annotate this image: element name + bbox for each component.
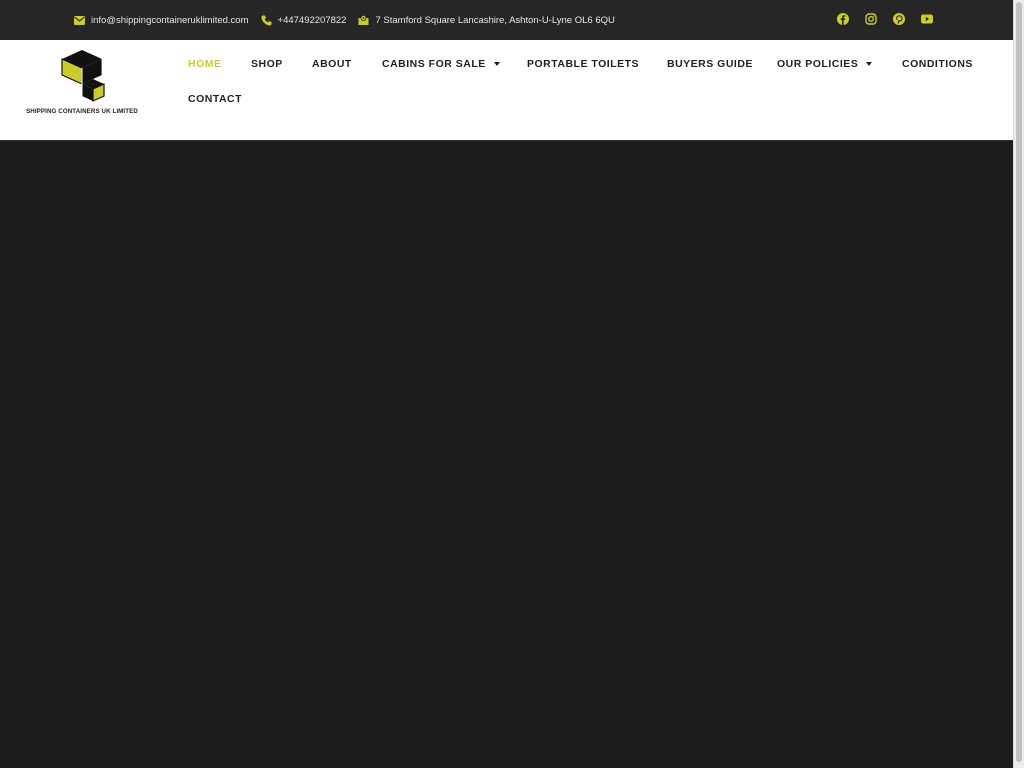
nav-portable-toilets[interactable]: PORTABLE TOILETS (527, 58, 639, 70)
nav-policies-label: OUR POLICIES (777, 58, 859, 70)
top-bar: info@shippingcontaineruklimited.com +447… (0, 0, 1013, 40)
container-logo-icon (61, 50, 105, 102)
nav-buyers-guide[interactable]: BUYERS GUIDE (667, 58, 753, 70)
nav-conditions[interactable]: CONDITIONS (902, 58, 973, 70)
youtube-link[interactable] (920, 12, 934, 26)
address-text: 7 Stamford Square Lancashire, Ashton-U-L… (375, 14, 615, 26)
nav-contact[interactable]: CONTACT (188, 93, 242, 105)
logo-text: SHIPPING CONTAINERS UK LIMITED (26, 108, 138, 115)
chevron-down-icon (866, 62, 873, 66)
facebook-link[interactable] (836, 12, 850, 26)
email-text: info@shippingcontaineruklimited.com (91, 14, 249, 26)
phone-icon (261, 15, 272, 25)
chevron-down-icon (493, 62, 500, 66)
email-link[interactable]: info@shippingcontaineruklimited.com (74, 15, 249, 26)
scrollbar-thumb[interactable] (1016, 2, 1022, 762)
instagram-link[interactable] (864, 12, 878, 26)
youtube-icon (921, 14, 933, 24)
site-logo[interactable]: SHIPPING CONTAINERS UK LIMITED (20, 48, 144, 120)
site-header: SHIPPING CONTAINERS UK LIMITED HOME SHOP… (0, 40, 1013, 141)
nav-shop[interactable]: SHOP (251, 58, 283, 70)
facebook-icon (837, 13, 849, 25)
nav-about[interactable]: ABOUT (312, 58, 352, 70)
phone-link[interactable]: +447492207822 (261, 14, 347, 26)
address-item: 7 Stamford Square Lancashire, Ashton-U-L… (358, 14, 615, 26)
nav-home[interactable]: HOME (188, 58, 222, 70)
nav-cabins-for-sale[interactable]: CABINS FOR SALE (382, 58, 500, 70)
social-links (836, 12, 948, 26)
pinterest-icon (893, 13, 905, 25)
contact-info: info@shippingcontaineruklimited.com +447… (74, 13, 627, 27)
pinterest-link[interactable] (892, 12, 906, 26)
map-pin-icon (358, 15, 369, 25)
envelope-icon (74, 15, 85, 25)
nav-our-policies[interactable]: OUR POLICIES (777, 58, 873, 70)
page-scrollbar[interactable] (1013, 0, 1024, 768)
phone-text: +447492207822 (277, 14, 347, 26)
hero-section (0, 141, 1013, 768)
instagram-icon (865, 13, 877, 25)
nav-cabins-label: CABINS FOR SALE (382, 58, 486, 70)
